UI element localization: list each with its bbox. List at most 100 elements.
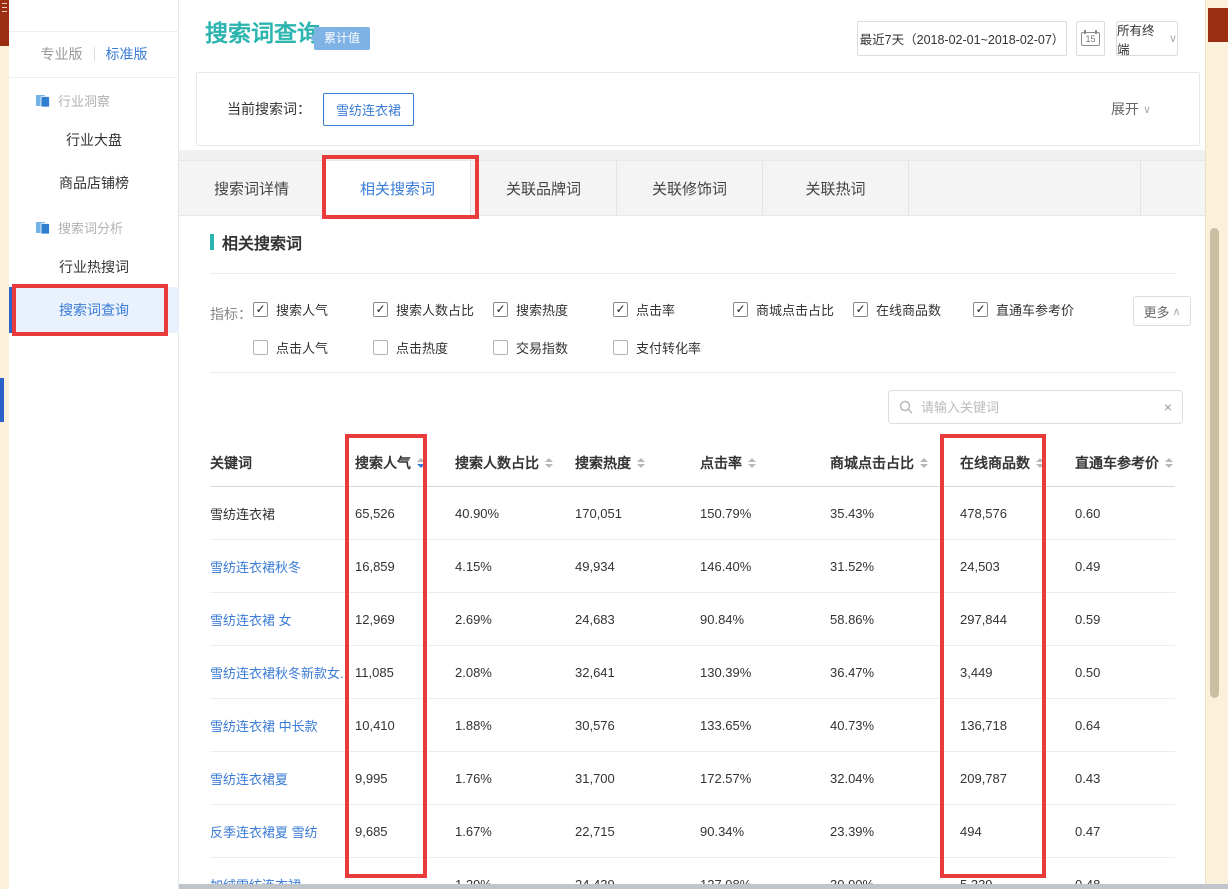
expand-button[interactable]: 展开 ∨ (1111, 99, 1151, 119)
sort-icon (748, 458, 756, 468)
table-row: 雪纺连衣裙 中长款10,4101.88%30,576133.65%40.73%1… (210, 699, 1175, 752)
value-cell: 90.34% (690, 805, 820, 857)
version-tab-0[interactable]: 专业版 (41, 44, 83, 64)
horizontal-scrollbar[interactable] (179, 884, 1228, 889)
close-icon[interactable]: × (1164, 399, 1172, 415)
section-accent-bar (210, 234, 214, 250)
value-cell: 150.79% (690, 487, 820, 539)
current-keyword-chip[interactable]: 雪纺连衣裙 (323, 93, 414, 126)
sidebar-item-1[interactable]: 行业大盘 (9, 125, 179, 155)
metric-item: ✓搜索人数占比 (373, 300, 493, 319)
left-edge-strip (0, 0, 9, 889)
value-cell: 40.73% (820, 699, 950, 751)
value-cell: 4.15% (445, 540, 565, 592)
metric-checkbox[interactable]: ✓ (613, 302, 628, 317)
sort-desc-icon (637, 464, 645, 468)
value-cell: 12,969 (345, 593, 445, 645)
keyword-cell[interactable]: 雪纺连衣裙夏 (210, 752, 345, 804)
column-header-5[interactable]: 商城点击占比 (820, 440, 950, 486)
tab-4[interactable]: 关联热词 (763, 161, 909, 215)
version-tab-1[interactable]: 标准版 (106, 44, 148, 64)
column-header-7[interactable]: 直通车参考价 (1065, 440, 1175, 486)
metric-checkbox[interactable] (253, 340, 268, 355)
value-cell: 0.60 (1065, 487, 1175, 539)
metric-checkbox[interactable]: ✓ (733, 302, 748, 317)
column-header-1[interactable]: 搜索人气 (345, 440, 445, 486)
metric-checkbox[interactable]: ✓ (493, 302, 508, 317)
chevron-up-icon: ∧ (1172, 305, 1180, 318)
metric-checkbox[interactable] (493, 340, 508, 355)
keyword-cell[interactable]: 反季连衣裙夏 雪纺 (210, 805, 345, 857)
column-header-4[interactable]: 点击率 (690, 440, 820, 486)
tab-0[interactable]: 搜索词详情 (179, 161, 325, 215)
metrics-label: 指标： (210, 304, 252, 324)
value-cell: 65,526 (345, 487, 445, 539)
table-row: 雪纺连衣裙65,52640.90%170,051150.79%35.43%478… (210, 487, 1175, 540)
tab-2[interactable]: 关联品牌词 (471, 161, 617, 215)
value-cell: 0.64 (1065, 699, 1175, 751)
sidebar-item-label: 搜索词分析 (58, 218, 123, 237)
metric-item: ✓直通车参考价 (973, 300, 1093, 319)
keyword-cell[interactable]: 雪纺连衣裙秋冬 (210, 540, 345, 592)
sort-desc-icon (1036, 464, 1044, 468)
page-title: 搜索词查询 (205, 14, 320, 48)
value-cell: 32,641 (565, 646, 690, 698)
metric-checkbox[interactable] (613, 340, 628, 355)
value-cell: 209,787 (950, 752, 1065, 804)
column-header-6[interactable]: 在线商品数 (950, 440, 1065, 486)
version-tabs: 专业版 标准版 (9, 44, 179, 64)
metric-checkbox[interactable]: ✓ (373, 302, 388, 317)
metric-checkbox[interactable] (373, 340, 388, 355)
sort-desc-icon (417, 464, 425, 468)
metric-label: 商城点击占比 (756, 300, 834, 319)
keyword-cell[interactable]: 雪纺连衣裙秋冬新款女... (210, 646, 345, 698)
table-row: 反季连衣裙夏 雪纺9,6851.67%22,71590.34%23.39%494… (210, 805, 1175, 858)
sidebar-item-5[interactable]: 搜索词查询 (9, 287, 179, 333)
expand-label: 展开 (1111, 99, 1139, 119)
menu-icon (0, 0, 9, 46)
column-header-3[interactable]: 搜索热度 (565, 440, 690, 486)
sort-asc-icon (1036, 458, 1044, 462)
sort-icon (1165, 458, 1173, 468)
value-cell: 0.49 (1065, 540, 1175, 592)
value-cell: 35.43% (820, 487, 950, 539)
value-cell: 23.39% (820, 805, 950, 857)
calendar-button[interactable]: 15 (1076, 21, 1105, 56)
vertical-scrollbar[interactable] (1210, 228, 1219, 698)
side-feedback-tab[interactable] (0, 378, 4, 422)
keyword-cell[interactable]: 雪纺连衣裙 中长款 (210, 699, 345, 751)
sidebar-item-2[interactable]: 商品店铺榜 (9, 168, 179, 198)
metric-checkbox[interactable]: ✓ (853, 302, 868, 317)
metric-item: ✓搜索人气 (253, 300, 373, 319)
tab-3[interactable]: 关联修饰词 (617, 161, 763, 215)
value-cell: 49,934 (565, 540, 690, 592)
value-cell: 2.69% (445, 593, 565, 645)
metric-checkbox[interactable]: ✓ (253, 302, 268, 317)
more-button[interactable]: 更多 ∧ (1133, 296, 1191, 326)
keyword-cell[interactable]: 雪纺连衣裙 女 (210, 593, 345, 645)
sidebar-divider (9, 31, 179, 32)
keyword-search-input[interactable] (921, 400, 1156, 415)
current-search-box: 当前搜索词： 雪纺连衣裙 展开 ∨ (196, 72, 1200, 146)
date-range-selector[interactable]: 最近7天（2018-02-01~2018-02-07） (857, 21, 1067, 56)
section-title: 相关搜索词 (210, 230, 302, 254)
column-header-2[interactable]: 搜索人数占比 (445, 440, 565, 486)
metrics-row-1: ✓搜索人气✓搜索人数占比✓搜索热度✓点击率✓商城点击占比✓在线商品数✓直通车参考… (253, 300, 1093, 319)
metric-item: 交易指数 (493, 338, 613, 357)
sidebar-item-4[interactable]: 行业热搜词 (9, 252, 179, 282)
chevron-down-icon: ∨ (1143, 103, 1151, 116)
terminal-dropdown[interactable]: 所有终端 ∨ (1116, 21, 1178, 56)
sidebar-divider (9, 77, 179, 78)
value-cell: 172.57% (690, 752, 820, 804)
metric-checkbox[interactable]: ✓ (973, 302, 988, 317)
sort-icon (637, 458, 645, 468)
value-cell: 24,503 (950, 540, 1065, 592)
value-cell: 170,051 (565, 487, 690, 539)
value-cell: 32.04% (820, 752, 950, 804)
sort-asc-icon (545, 458, 553, 462)
tab-1[interactable]: 相关搜索词 (325, 161, 471, 215)
folder-icon (36, 221, 50, 234)
metric-label: 点击热度 (396, 338, 448, 357)
metric-item: ✓点击率 (613, 300, 733, 319)
column-label: 直通车参考价 (1075, 453, 1159, 473)
